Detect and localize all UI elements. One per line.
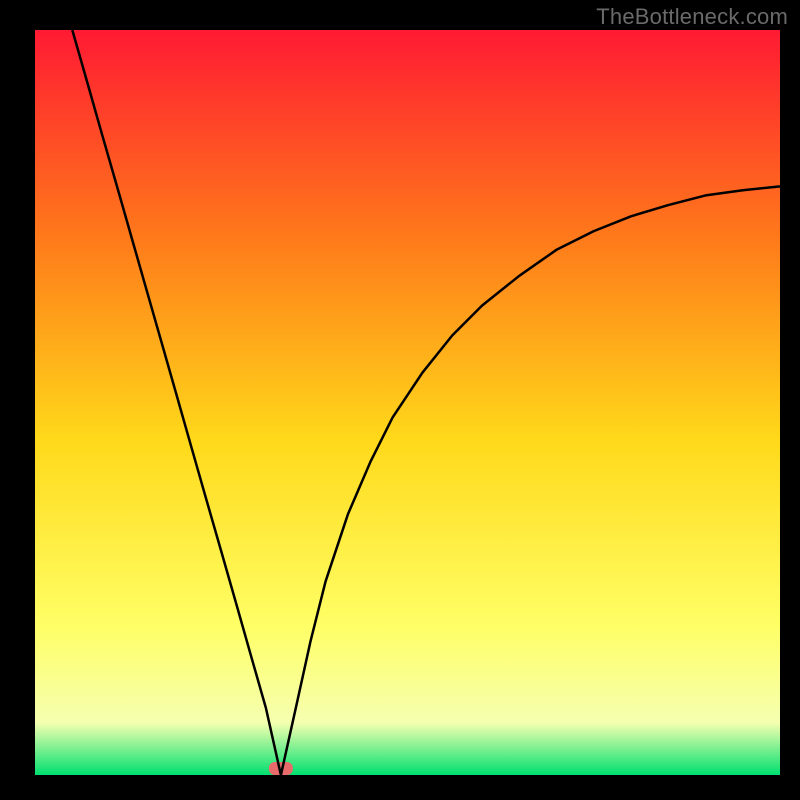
- chart-frame: TheBottleneck.com: [0, 0, 800, 800]
- bottleneck-chart: [0, 0, 800, 800]
- watermark-text: TheBottleneck.com: [596, 4, 788, 30]
- plot-background: [35, 30, 780, 775]
